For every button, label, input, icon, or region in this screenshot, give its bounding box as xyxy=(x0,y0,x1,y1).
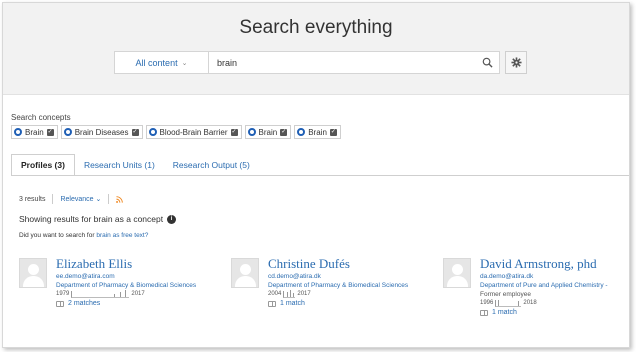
timeline-start: 2004 xyxy=(268,291,282,297)
concept-ring-icon xyxy=(247,128,256,136)
tab-research-output[interactable]: Research Output (5) xyxy=(164,154,259,176)
search-settings-button[interactable] xyxy=(505,51,527,74)
search-concepts-label: Search concepts xyxy=(11,113,71,122)
profile-email-link[interactable]: cd.demo@atira.dk xyxy=(268,272,408,281)
page-title: Search everything xyxy=(239,17,393,38)
concept-chip[interactable]: Brain Diseases ✓ xyxy=(60,125,143,139)
concept-label: Brain xyxy=(258,127,278,137)
search-input-value: brain xyxy=(217,57,238,68)
search-concepts: Search concepts Brain ✓ Brain Diseases ✓… xyxy=(11,113,341,139)
search-header: Search everything All content ⌄ brain xyxy=(3,3,629,95)
concept-label: Brain Diseases xyxy=(74,127,129,137)
search-input[interactable]: brain xyxy=(208,51,500,74)
profile-name-link[interactable]: David Armstrong, phd xyxy=(480,256,608,272)
result-tabs: Profiles (3) Research Units (1) Research… xyxy=(11,154,259,176)
activity-sparkline xyxy=(495,300,522,307)
profile-email-link[interactable]: da.demo@atira.dk xyxy=(480,272,608,281)
profile-department-link[interactable]: Department of Pharmacy & Biomedical Scie… xyxy=(268,281,408,290)
timeline-end: 2017 xyxy=(297,291,311,297)
results-toolbar: 3 results Relevance ⌄ xyxy=(19,194,124,204)
concept-chip-list: Brain ✓ Brain Diseases ✓ Blood-Brain Bar… xyxy=(11,125,341,139)
search-icon[interactable] xyxy=(482,57,493,68)
did-you-mean: Did you want to search for brain as free… xyxy=(19,232,148,239)
divider xyxy=(108,194,110,204)
info-icon[interactable]: i xyxy=(167,214,177,224)
matches-label: 1 match xyxy=(280,300,305,307)
tabs-divider xyxy=(11,175,629,176)
timeline-end: 2017 xyxy=(131,291,145,297)
matches-label: 1 match xyxy=(492,309,517,316)
activity-timeline: 1979 2017 xyxy=(56,290,196,298)
chevron-down-icon: ⌄ xyxy=(181,59,188,67)
matches-link[interactable]: 1 match xyxy=(268,300,408,307)
concept-ring-icon xyxy=(14,128,22,136)
profile-department-link[interactable]: Department of Pharmacy & Biomedical Scie… xyxy=(56,281,196,290)
search-bar: All content ⌄ brain xyxy=(114,51,527,74)
checkbox-checked-icon[interactable]: ✓ xyxy=(131,128,139,136)
timeline-end: 2018 xyxy=(523,300,537,306)
free-text-search-link[interactable]: brain as free text? xyxy=(96,232,148,239)
content-scope-label: All content xyxy=(135,57,178,68)
browser-frame: Search everything All content ⌄ brain Se… xyxy=(2,2,630,348)
activity-timeline: 2004 2017 xyxy=(268,290,408,298)
concept-ring-icon xyxy=(148,128,157,136)
concept-ring-icon xyxy=(63,128,72,136)
activity-sparkline xyxy=(71,290,130,298)
profile-name-link[interactable]: Christine Dufés xyxy=(268,256,408,272)
checkbox-checked-icon[interactable]: ✓ xyxy=(280,128,288,136)
concept-chip[interactable]: Brain ✓ xyxy=(294,125,341,139)
concept-chip[interactable]: Blood-Brain Barrier ✓ xyxy=(145,125,242,139)
employment-status: Former employee xyxy=(480,291,531,298)
profile-email-link[interactable]: ee.demo@atira.com xyxy=(56,272,196,281)
activity-sparkline xyxy=(283,290,296,298)
timeline-start: 1979 xyxy=(56,291,70,297)
gear-icon xyxy=(510,57,522,68)
tab-research-units[interactable]: Research Units (1) xyxy=(75,154,164,176)
profile-name-link[interactable]: Elizabeth Ellis xyxy=(56,256,196,272)
checkbox-checked-icon[interactable]: ✓ xyxy=(329,128,337,136)
timeline-start: 1996 xyxy=(480,300,494,306)
showing-results: Showing results for brain as a concept i xyxy=(19,214,177,224)
concept-ring-icon xyxy=(297,128,306,136)
sort-label: Relevance xyxy=(60,196,94,203)
showing-results-text: Showing results for brain as a concept xyxy=(19,214,164,224)
book-icon xyxy=(268,300,276,307)
checkbox-checked-icon[interactable]: ✓ xyxy=(230,128,238,136)
content-scope-select[interactable]: All content ⌄ xyxy=(114,51,208,74)
matches-link[interactable]: 2 matches xyxy=(56,300,196,307)
concept-chip[interactable]: Brain ✓ xyxy=(244,125,292,139)
tab-profiles[interactable]: Profiles (3) xyxy=(11,154,75,176)
concept-label: Brain xyxy=(308,127,327,137)
book-icon xyxy=(480,309,488,316)
avatar[interactable] xyxy=(443,258,471,288)
chevron-down-icon: ⌄ xyxy=(95,196,102,203)
activity-timeline: 1996 2018 xyxy=(480,299,608,307)
avatar[interactable] xyxy=(19,258,47,288)
concept-label: Blood-Brain Barrier xyxy=(159,127,228,137)
results-count: 3 results xyxy=(19,195,46,203)
concept-chip[interactable]: Brain ✓ xyxy=(11,125,58,139)
matches-label: 2 matches xyxy=(68,300,101,307)
profile-department-link[interactable]: Department of Pure and Applied Chemistry… xyxy=(480,281,608,290)
matches-link[interactable]: 1 match xyxy=(480,309,608,316)
concept-label: Brain xyxy=(25,127,44,137)
book-icon xyxy=(56,300,64,307)
divider xyxy=(52,194,54,204)
avatar[interactable] xyxy=(231,258,259,288)
rss-icon[interactable] xyxy=(116,195,124,203)
sort-dropdown[interactable]: Relevance ⌄ xyxy=(60,195,101,203)
did-you-mean-prefix: Did you want to search for xyxy=(19,232,95,239)
checkbox-checked-icon[interactable]: ✓ xyxy=(46,128,54,136)
